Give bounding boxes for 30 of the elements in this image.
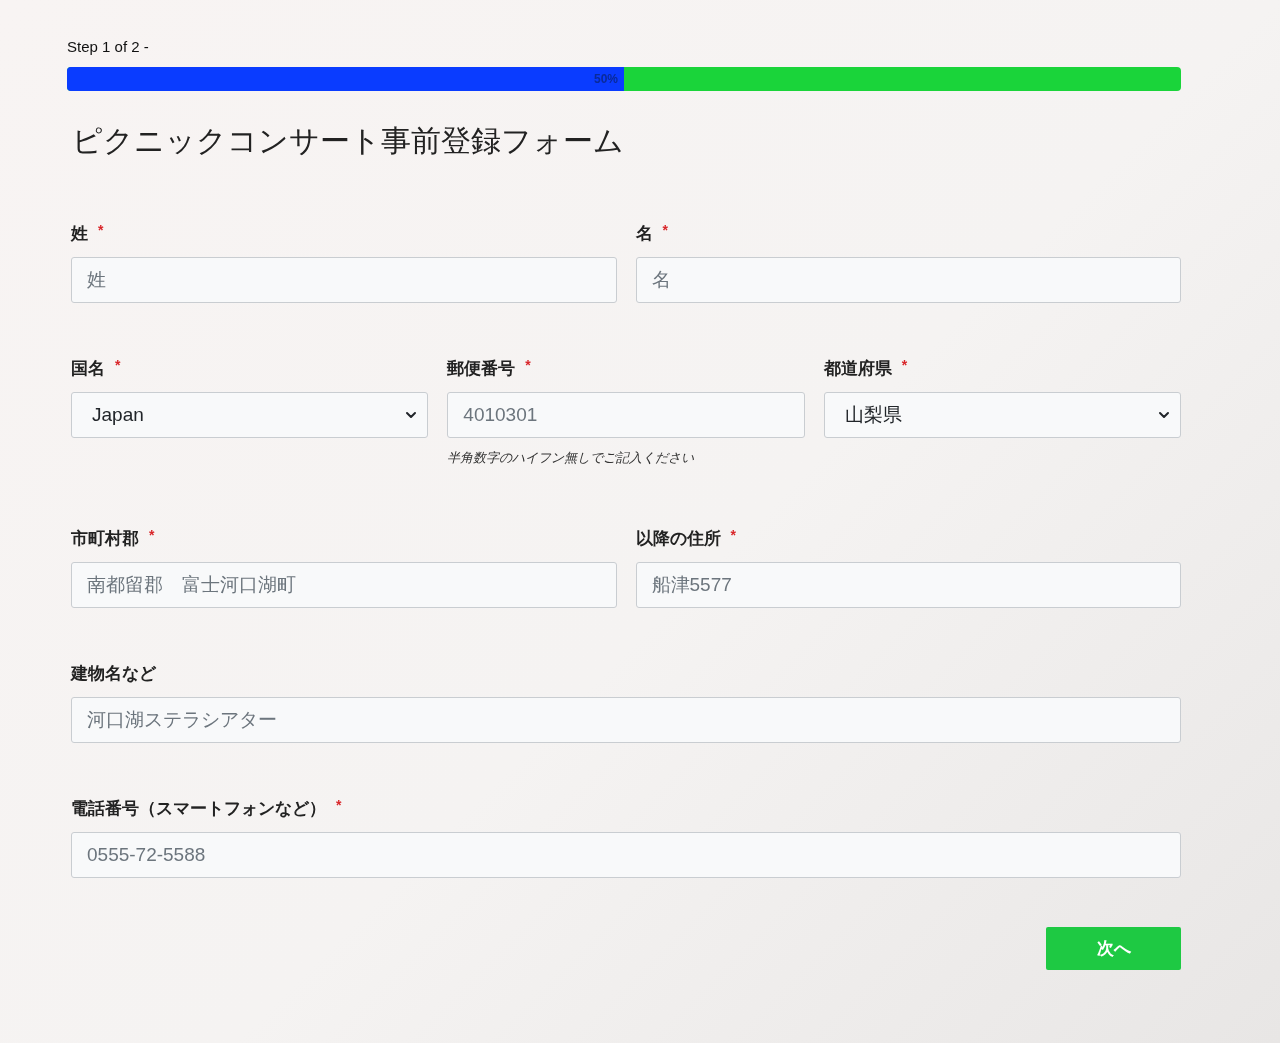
field-hint: 半角数字のハイフン無しでご記入ください <box>447 450 696 466</box>
required-asterisk: * <box>98 222 104 238</box>
step-indicator: Step 1 of 2 - <box>67 38 150 55</box>
required-asterisk: * <box>525 357 531 373</box>
field-label: 電話番号（スマートフォンなど） <box>71 798 326 820</box>
input-field[interactable]: 河口湖ステラシアター <box>71 697 1181 743</box>
dropdown-select[interactable]: 山梨県 <box>823 392 1181 438</box>
field-label: 名 <box>635 223 653 245</box>
required-asterisk: * <box>730 527 736 543</box>
field-label: 以降の住所 <box>635 528 721 550</box>
field-label: 郵便番号 <box>447 358 516 380</box>
input-field[interactable]: 船津5577 <box>635 562 1181 608</box>
required-asterisk: * <box>115 357 121 373</box>
input-field[interactable]: 姓 <box>71 257 617 303</box>
field-label: 都道府県 <box>823 358 892 380</box>
required-asterisk: * <box>149 527 155 543</box>
field-label: 国名 <box>71 358 105 380</box>
form-title: ピクニックコンサート事前登録フォーム <box>72 123 625 159</box>
input-field[interactable]: 4010301 <box>447 392 805 438</box>
dropdown-select[interactable]: Japan <box>71 392 429 438</box>
field-label: 建物名など <box>71 663 156 685</box>
input-field[interactable]: 南都留郡 富士河口湖町 <box>71 562 617 608</box>
input-field[interactable]: 名 <box>635 257 1181 303</box>
required-asterisk: * <box>662 222 668 238</box>
required-asterisk: * <box>901 357 908 373</box>
field-label: 市町村郡 <box>71 528 139 550</box>
required-asterisk: * <box>336 797 342 813</box>
field-label: 姓 <box>71 223 88 245</box>
input-field[interactable]: 0555-72-5588 <box>71 832 1181 878</box>
progress-percentage: 50% <box>593 72 619 86</box>
